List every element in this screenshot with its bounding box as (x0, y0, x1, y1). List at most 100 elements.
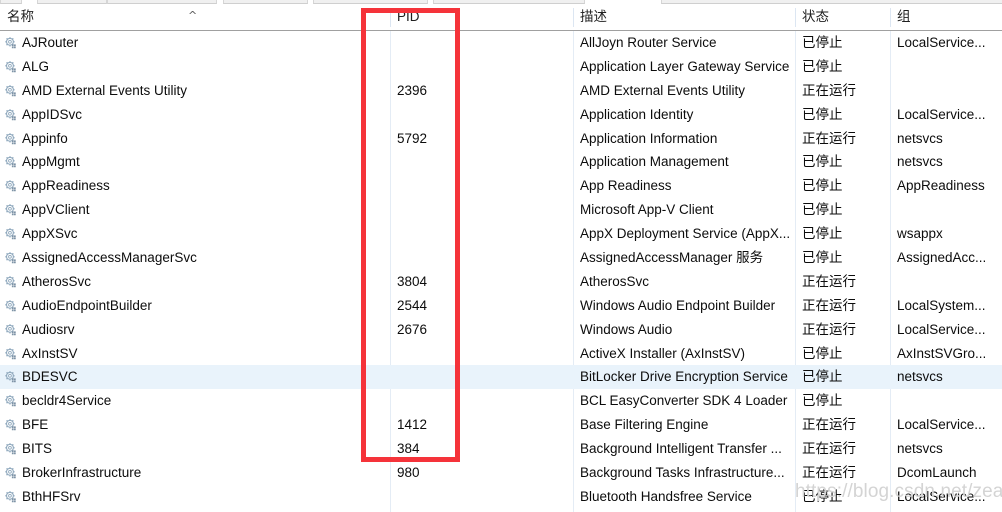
service-name-label: BrokerInfrastructure (22, 465, 142, 481)
service-name-label: AppVClient (22, 202, 90, 218)
service-gear-icon (5, 132, 16, 144)
table-row[interactable]: AJRouter AllJoyn Router Service 已停止 LocalSe… (0, 31, 1002, 55)
cell-pid: 1412 (397, 417, 428, 433)
service-name-label: AppIDSvc (22, 106, 83, 122)
cell-service-name: BITS (0, 437, 362, 461)
column-header-description[interactable]: 描述 (573, 4, 795, 30)
cell-group (890, 198, 1002, 222)
table-row[interactable]: ALG Application Layer Gateway Service 已停止 (0, 55, 1002, 79)
cell-service-name: AMD External Events Utility (0, 79, 362, 103)
service-gear-icon (5, 180, 16, 192)
cell-service-name: AtherosSvc (0, 270, 362, 294)
table-row[interactable]: AppReadiness App Readiness 已停止 AppReadiness (0, 174, 1002, 198)
cell-service-name: ALG (0, 55, 362, 79)
cell-service-name: BthHFSrv (0, 485, 362, 509)
cell-group (890, 79, 1002, 103)
column-header-status-label: 状态 (802, 9, 829, 24)
cell-status: 已停止 (802, 345, 843, 361)
table-row[interactable]: AppVClient Microsoft App-V Client 已停止 (0, 198, 1002, 222)
table-row[interactable]: AtherosSvc 3804 AtherosSvc 正在运行 (0, 270, 1002, 294)
service-gear-icon (5, 156, 16, 168)
cell-description: AllJoyn Router Service (580, 35, 717, 50)
cell-status: 已停止 (802, 202, 843, 218)
table-row[interactable]: Audiosrv 2676 Windows Audio 正在运行 LocalServic… (0, 318, 1002, 342)
cell-pid (390, 246, 470, 270)
table-row[interactable]: AudioEndpointBuilder 2544 Windows Audio En… (0, 294, 1002, 318)
cell-status: 正在运行 (802, 441, 856, 457)
table-row[interactable]: Appinfo 5792 Application Information 正在运行 ne… (0, 127, 1002, 151)
service-gear-icon (5, 299, 16, 312)
cell-description: Background Intelligent Transfer ... (580, 441, 782, 457)
column-header-pid[interactable]: PID (390, 4, 573, 30)
table-row[interactable]: AppIDSvc Application Identity 已停止 LocalServ… (0, 103, 1002, 127)
service-gear-icon (5, 395, 16, 407)
cell-pid (390, 174, 470, 198)
cell-group (890, 55, 1002, 79)
cell-service-name: AudioEndpointBuilder (0, 294, 362, 318)
cell-status: 已停止 (802, 178, 843, 194)
cell-service-name: BDESVC (0, 365, 362, 389)
cell-pid: 2396 (397, 82, 428, 98)
cell-pid: 980 (397, 465, 420, 481)
cell-description: Bluetooth Handsfree Service (580, 488, 752, 504)
column-header-group[interactable]: 组 (890, 4, 1002, 30)
cell-description: Application Layer Gateway Service (580, 58, 790, 74)
table-row[interactable]: AppMgmt Application Management 已停止 netsvcs (0, 150, 1002, 174)
service-name-label: AudioEndpointBuilder (22, 297, 152, 313)
cell-description: AssignedAccessManager 服务 (580, 250, 764, 266)
cell-service-name: AppMgmt (0, 150, 362, 174)
table-row[interactable]: AssignedAccessManagerSvc AssignedAccessMa… (0, 246, 1002, 270)
cell-description: Windows Audio (580, 321, 673, 337)
sort-ascending-icon: ^ (188, 9, 198, 22)
cell-service-name: BFE (0, 413, 362, 437)
column-header-group-label: 组 (897, 9, 911, 24)
cell-status: 已停止 (802, 154, 843, 170)
cell-description: Application Information (580, 130, 718, 146)
table-row[interactable]: BDESVC BitLocker Drive Encryption Service… (0, 365, 1002, 390)
service-gear-icon (5, 37, 16, 49)
cell-description: BitLocker Drive Encryption Service (580, 369, 788, 385)
cell-pid (390, 342, 470, 366)
cell-pid: 384 (397, 441, 420, 457)
cell-group: LocalService... (897, 417, 986, 433)
service-name-label: AssignedAccessManagerSvc (22, 250, 197, 266)
cell-pid (390, 365, 470, 389)
cell-description: App Readiness (580, 178, 672, 194)
cell-status: 正在运行 (802, 130, 856, 146)
cell-description: AMD External Events Utility (580, 82, 746, 98)
cell-pid (390, 389, 470, 413)
cell-group: LocalSystem... (897, 297, 986, 313)
cell-service-name: AssignedAccessManagerSvc (0, 246, 362, 270)
table-row[interactable]: AppXSvc AppX Deployment Service (AppX... 已… (0, 222, 1002, 246)
table-row[interactable]: becldr4Service BCL EasyConverter SDK 4 Lo… (0, 389, 1002, 413)
column-header-description-label: 描述 (580, 9, 607, 24)
table-row[interactable]: BITS 384 Background Intelligent Transfer .… (0, 437, 1002, 461)
cell-service-name: AppXSvc (0, 222, 362, 246)
table-row[interactable]: AxInstSV ActiveX Installer (AxInstSV) 已停止 A… (0, 342, 1002, 366)
cell-pid (390, 31, 470, 55)
cell-service-name: AJRouter (0, 31, 362, 55)
service-name-label: AppReadiness (22, 178, 110, 194)
services-list-view[interactable]: 名称 ^ PID 描述 状态 组 AJRouter AllJoyn Router… (0, 4, 1002, 512)
table-row[interactable]: AMD External Events Utility 2396 AMD Exter… (0, 79, 1002, 103)
column-header-name[interactable]: 名称 ^ (0, 4, 362, 30)
cell-service-name: Appinfo (0, 127, 362, 151)
cell-service-name: AppReadiness (0, 174, 362, 198)
table-row[interactable]: BFE 1412 Base Filtering Engine 正在运行 LocalSer… (0, 413, 1002, 437)
cell-description: BCL EasyConverter SDK 4 Loader (580, 393, 788, 409)
cell-status: 正在运行 (802, 297, 856, 313)
cell-description: Windows Audio Endpoint Builder (580, 297, 776, 313)
cell-pid (390, 485, 470, 509)
column-header-pid-label: PID (397, 9, 420, 24)
cell-status: 正在运行 (802, 273, 856, 289)
service-gear-icon (5, 347, 16, 359)
service-gear-icon (5, 323, 16, 335)
cell-service-name: becldr4Service (0, 389, 362, 413)
cell-group (890, 270, 1002, 294)
cell-group: LocalService... (897, 106, 986, 122)
cell-pid: 3804 (397, 273, 428, 289)
cell-status: 已停止 (802, 106, 843, 122)
cell-description: ActiveX Installer (AxInstSV) (580, 345, 746, 361)
column-header-status[interactable]: 状态 (795, 4, 890, 30)
cell-status: 正在运行 (802, 321, 856, 337)
